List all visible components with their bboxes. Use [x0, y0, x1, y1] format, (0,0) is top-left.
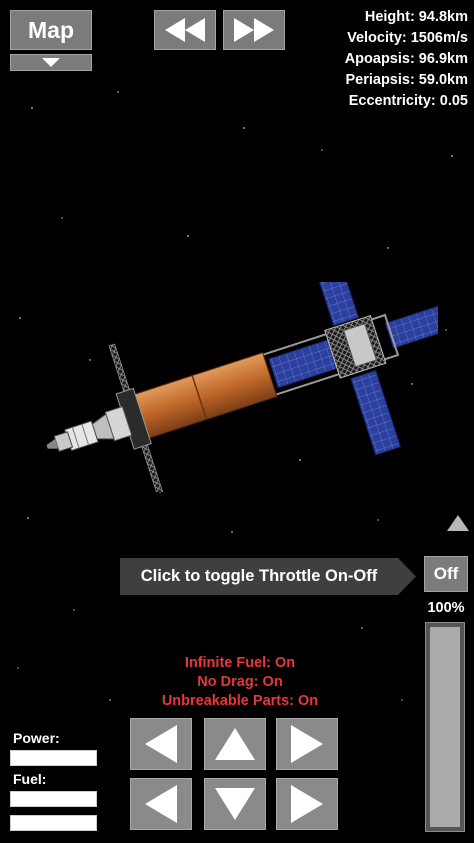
rotate-right-button[interactable] — [276, 718, 338, 770]
rewind-icon — [165, 18, 205, 42]
power-bar — [10, 750, 97, 766]
triangle-down-icon — [42, 57, 60, 67]
move-down-button[interactable] — [204, 778, 266, 830]
throttle-toggle-button[interactable]: Off — [424, 556, 468, 592]
arrow-right-icon — [291, 785, 323, 823]
throttle-toggle-label: Off — [433, 564, 459, 583]
map-button[interactable]: Map — [10, 10, 92, 50]
velocity-readout: Velocity: 1506m/s — [347, 30, 468, 46]
telemetry-panel: Height: 94.8km Velocity: 1506m/s Apoapsi… — [345, 7, 468, 112]
arrow-up-icon — [215, 728, 255, 760]
throttle-hint-text: Click to toggle Throttle On-Off — [140, 567, 378, 585]
map-button-label: Map — [28, 16, 74, 43]
throttle-hint-callout: Click to toggle Throttle On-Off — [120, 558, 418, 595]
time-warp-faster-button[interactable] — [223, 10, 285, 50]
fuel-label: Fuel: — [13, 771, 47, 787]
periapsis-readout: Periapsis: 59.0km — [345, 72, 468, 88]
triangle-up-icon[interactable] — [447, 515, 469, 531]
arrow-right-icon — [291, 725, 323, 763]
eccentricity-readout: Eccentricity: 0.05 — [348, 93, 468, 109]
no-drag-status: No Drag: On — [197, 674, 283, 690]
unbreakable-parts-status: Unbreakable Parts: On — [161, 693, 319, 709]
move-left-button[interactable] — [130, 778, 192, 830]
move-right-button[interactable] — [276, 778, 338, 830]
cheat-status: Infinite Fuel: On No Drag: On Unbreakabl… — [130, 654, 350, 711]
move-up-button[interactable] — [204, 718, 266, 770]
apoapsis-readout: Apoapsis: 96.9km — [344, 51, 468, 67]
rocket[interactable] — [38, 282, 438, 492]
infinite-fuel-status: Infinite Fuel: On — [184, 655, 296, 671]
map-dropdown-toggle[interactable] — [10, 54, 92, 71]
arrow-left-icon — [145, 785, 177, 823]
fuel-bar-secondary — [10, 815, 97, 831]
fast-forward-icon — [234, 18, 274, 42]
throttle-percent: 100% — [427, 600, 465, 616]
power-label: Power: — [13, 730, 60, 746]
throttle-slider-fill — [430, 627, 460, 827]
rotate-left-button[interactable] — [130, 718, 192, 770]
arrow-left-icon — [145, 725, 177, 763]
throttle-slider[interactable] — [425, 622, 465, 832]
fuel-bar — [10, 791, 97, 807]
time-warp-slower-button[interactable] — [154, 10, 216, 50]
height-readout: Height: 94.8km — [364, 9, 468, 25]
arrow-down-icon — [215, 788, 255, 820]
